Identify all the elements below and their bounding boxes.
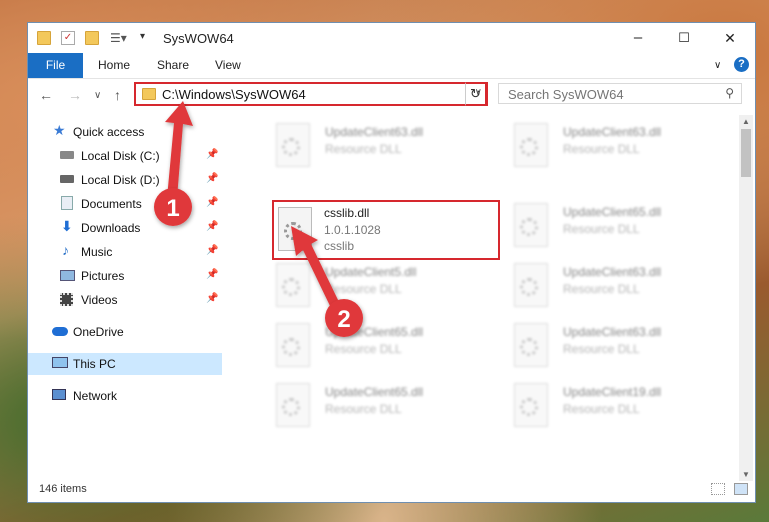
documents-icon xyxy=(61,196,73,210)
drive-icon xyxy=(60,175,74,183)
download-icon: ⬇ xyxy=(61,218,73,234)
search-box[interactable]: ⚲ xyxy=(498,83,742,104)
properties-icon[interactable]: ✓ xyxy=(61,31,75,45)
file-tile[interactable]: UpdateClient19.dll Resource DLL xyxy=(514,383,744,443)
folder-icon xyxy=(142,88,156,100)
recent-locations-icon[interactable]: ∨ xyxy=(94,90,101,101)
search-input[interactable] xyxy=(506,85,710,104)
videos-icon xyxy=(60,293,73,306)
status-bar: 146 items xyxy=(28,478,755,502)
file-tile[interactable]: UpdateClient63.dll Resource DLL xyxy=(514,263,744,323)
sidebar-item-downloads[interactable]: ⬇ Downloads 📌 xyxy=(28,217,222,239)
dll-file-icon xyxy=(276,123,310,167)
sidebar-item-music[interactable]: ♪ Music 📌 xyxy=(28,241,222,263)
tab-share[interactable]: Share xyxy=(157,53,189,78)
selected-file-description: csslib xyxy=(324,239,355,253)
sidebar-item-local-disk-c[interactable]: Local Disk (C:) 📌 xyxy=(28,145,222,167)
dll-file-icon xyxy=(276,263,310,307)
address-path[interactable]: C:\Windows\SysWOW64 xyxy=(162,87,306,102)
forward-arrow-icon[interactable]: → xyxy=(68,87,82,103)
dll-file-icon xyxy=(514,203,548,247)
navigation-bar: ← → ∨ ↑ C:\Windows\SysWOW64 ∨ ↻ ⚲ xyxy=(28,79,755,111)
file-tile[interactable]: UpdateClient5.dll Resource DLL xyxy=(276,263,506,323)
search-icon[interactable]: ⚲ xyxy=(725,86,734,100)
dll-file-icon xyxy=(278,207,312,251)
drive-icon xyxy=(60,151,74,159)
folder-icon xyxy=(37,31,51,45)
dll-file-icon xyxy=(514,263,548,307)
computer-icon xyxy=(52,357,68,368)
sidebar-item-quick-access[interactable]: ★ Quick access xyxy=(28,121,222,143)
file-tile[interactable]: UpdateClient63.dll Resource DLL xyxy=(514,323,744,383)
sidebar-item-pictures[interactable]: Pictures 📌 xyxy=(28,265,222,287)
tab-home[interactable]: Home xyxy=(98,53,130,78)
address-bar[interactable]: C:\Windows\SysWOW64 ∨ xyxy=(134,82,488,106)
pin-icon[interactable]: 📌 xyxy=(206,173,218,184)
file-list: UpdateClient63.dll Resource DLL UpdateCl… xyxy=(246,115,736,475)
maximize-button[interactable]: ☐ xyxy=(661,27,707,51)
dll-file-icon xyxy=(276,383,310,427)
refresh-button[interactable]: ↻ xyxy=(465,82,487,106)
customize-toolbar-icon[interactable]: ☰▾ xyxy=(110,31,127,45)
pin-icon[interactable]: 📌 xyxy=(206,269,218,280)
expand-ribbon-icon[interactable]: ∨ xyxy=(714,53,721,78)
pin-icon[interactable]: 📌 xyxy=(206,221,218,232)
sidebar-item-videos[interactable]: Videos 📌 xyxy=(28,289,222,311)
tab-file[interactable]: File xyxy=(28,53,83,78)
pin-icon[interactable]: 📌 xyxy=(206,149,218,160)
new-folder-icon[interactable] xyxy=(85,31,99,45)
pin-icon[interactable]: 📌 xyxy=(206,293,218,304)
file-tile[interactable]: UpdateClient65.dll Resource DLL xyxy=(276,383,506,443)
file-explorer-window: ✓ ☰▾ ▾ SysWOW64 – ☐ ✕ File Home Share Vi… xyxy=(27,22,756,503)
dll-file-icon xyxy=(276,323,310,367)
file-tile[interactable]: UpdateClient65.dll Resource DLL xyxy=(276,323,506,383)
pin-icon[interactable]: 📌 xyxy=(206,197,218,208)
sidebar-item-this-pc[interactable]: This PC xyxy=(28,353,222,375)
pin-icon[interactable]: 📌 xyxy=(206,245,218,256)
vertical-scrollbar[interactable]: ▲ ▼ xyxy=(739,115,753,481)
navigation-pane: ★ Quick access Local Disk (C:) 📌 Local D… xyxy=(28,115,222,470)
scroll-up-icon[interactable]: ▲ xyxy=(742,117,750,126)
sidebar-item-local-disk-d[interactable]: Local Disk (D:) 📌 xyxy=(28,169,222,191)
details-view-icon[interactable] xyxy=(711,483,725,495)
close-button[interactable]: ✕ xyxy=(707,27,753,51)
sidebar-item-onedrive[interactable]: OneDrive xyxy=(28,321,222,343)
sidebar-item-network[interactable]: Network xyxy=(28,385,222,407)
sidebar-item-documents[interactable]: Documents 📌 xyxy=(28,193,222,215)
file-tile[interactable]: UpdateClient63.dll Resource DLL xyxy=(514,123,744,183)
dll-file-icon xyxy=(514,323,548,367)
window-title: SysWOW64 xyxy=(163,31,234,46)
dll-file-icon xyxy=(514,123,548,167)
selected-file-name: csslib.dll xyxy=(324,206,370,220)
back-arrow-icon[interactable]: ← xyxy=(39,87,53,103)
tab-view[interactable]: View xyxy=(215,53,241,78)
title-bar: ✓ ☰▾ ▾ SysWOW64 – ☐ ✕ xyxy=(28,23,755,53)
minimize-button[interactable]: – xyxy=(615,27,661,51)
file-tile[interactable]: UpdateClient63.dll Resource DLL xyxy=(276,123,506,183)
selected-file-tile[interactable]: csslib.dll 1.0.1.1028 csslib xyxy=(272,200,500,260)
file-tile[interactable]: UpdateClient65.dll Resource DLL xyxy=(514,203,744,263)
ribbon-tabs: File Home Share View ∨ ? xyxy=(28,53,755,79)
up-arrow-icon[interactable]: ↑ xyxy=(114,87,121,103)
selected-file-version: 1.0.1.1028 xyxy=(324,223,381,237)
pictures-icon xyxy=(60,270,75,281)
dll-file-icon xyxy=(514,383,548,427)
item-count: 146 items xyxy=(39,483,87,495)
star-icon: ★ xyxy=(53,122,66,138)
help-button[interactable]: ? xyxy=(734,57,749,72)
large-icons-view-icon[interactable] xyxy=(734,483,748,495)
network-icon xyxy=(52,389,66,400)
chevron-down-icon[interactable]: ▾ xyxy=(140,31,154,45)
cloud-icon xyxy=(52,327,68,336)
music-icon: ♪ xyxy=(62,242,69,258)
scrollbar-thumb[interactable] xyxy=(741,129,751,177)
